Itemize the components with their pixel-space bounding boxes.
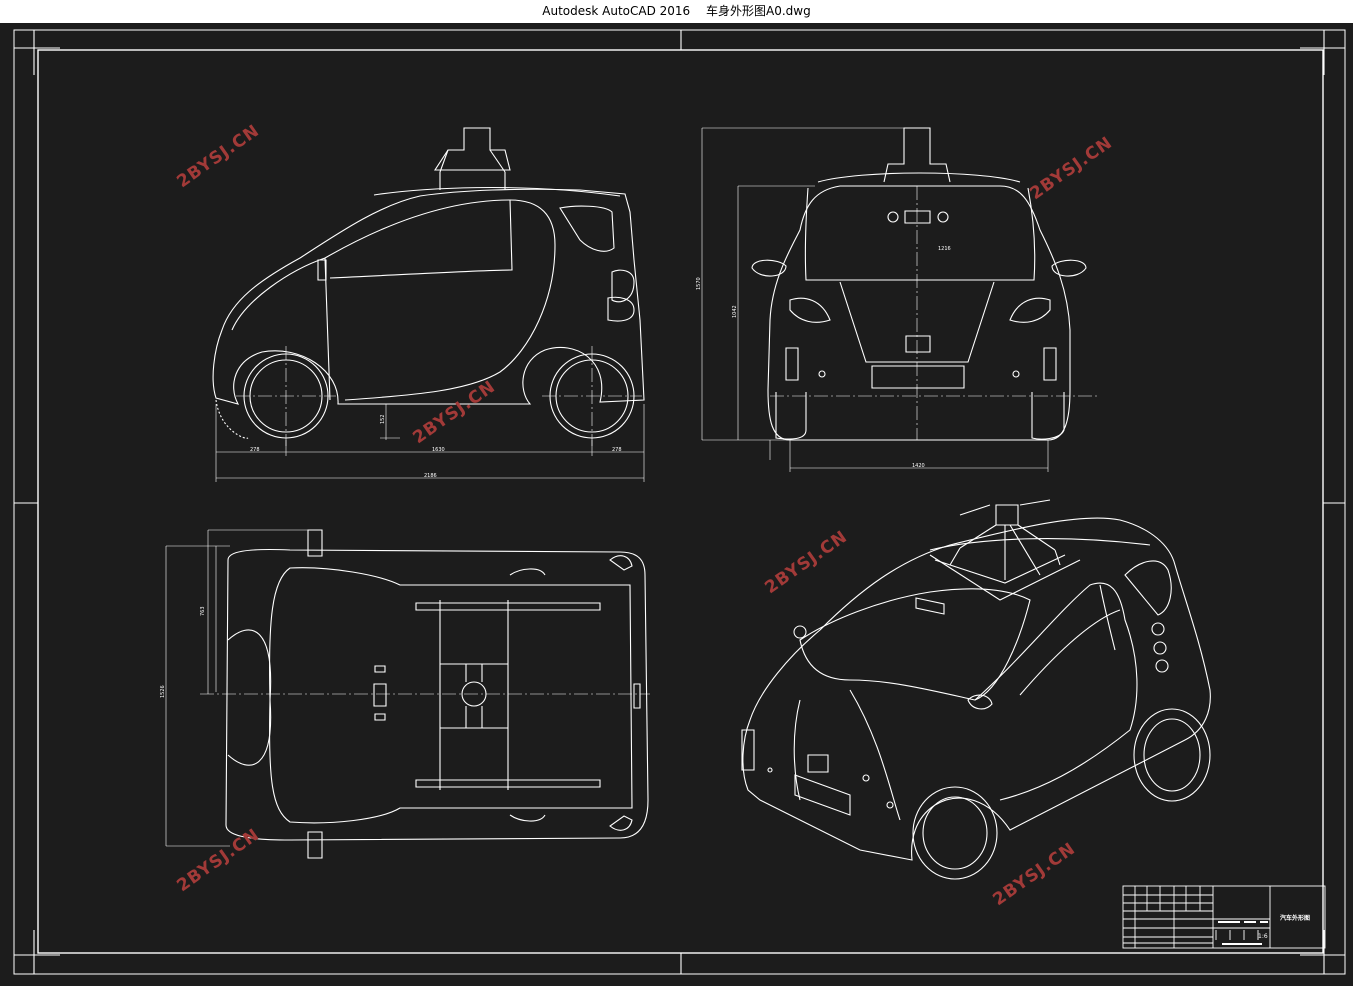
dim-side-total-length: 2186 xyxy=(424,473,437,479)
dim-top-half-width: 763 xyxy=(200,606,206,616)
watermark-text: 2BYSJ.CN xyxy=(173,121,263,192)
sheet-inner-frame xyxy=(37,49,1324,954)
title-block-drawing-name: 汽车外形图 xyxy=(1280,914,1310,922)
dim-side-ground-clearance: 152 xyxy=(380,414,386,424)
watermark-group: 2BYSJ.CN 2BYSJ.CN 2BYSJ.CN 2BYSJ.CN 2BYS… xyxy=(173,121,1116,910)
app-title: Autodesk AutoCAD 2016 xyxy=(542,4,691,18)
dim-top-total-width: 1526 xyxy=(160,685,166,698)
watermark-text: 2BYSJ.CN xyxy=(173,825,263,896)
title-block-scale: 1:6 xyxy=(1258,933,1268,940)
window-titlebar: Autodesk AutoCAD 2016 车身外形图A0.dwg xyxy=(0,0,1353,23)
dim-side-front-overhang: 278 xyxy=(250,447,260,453)
dim-front-track-width: 1420 xyxy=(912,463,925,469)
watermark-text: 2BYSJ.CN xyxy=(761,527,851,598)
top-view xyxy=(165,529,650,859)
dim-side-rear-overhang: 278 xyxy=(612,447,622,453)
drawing-svg: 278 1630 278 2186 152 1570 1042 1216 142… xyxy=(13,29,1346,975)
watermark-text: 2BYSJ.CN xyxy=(1026,133,1116,204)
watermark-text: 2BYSJ.CN xyxy=(989,839,1079,910)
dim-side-wheelbase: 1630 xyxy=(432,447,445,453)
drawing-canvas[interactable]: 278 1630 278 2186 152 1570 1042 1216 142… xyxy=(0,23,1353,982)
watermark-text: 2BYSJ.CN xyxy=(409,377,499,448)
dim-front-mid-height: 1042 xyxy=(732,305,738,318)
dim-front-roof-width: 1216 xyxy=(938,246,951,252)
dim-front-total-height: 1570 xyxy=(696,277,702,290)
file-name: 车身外形图A0.dwg xyxy=(706,4,811,18)
